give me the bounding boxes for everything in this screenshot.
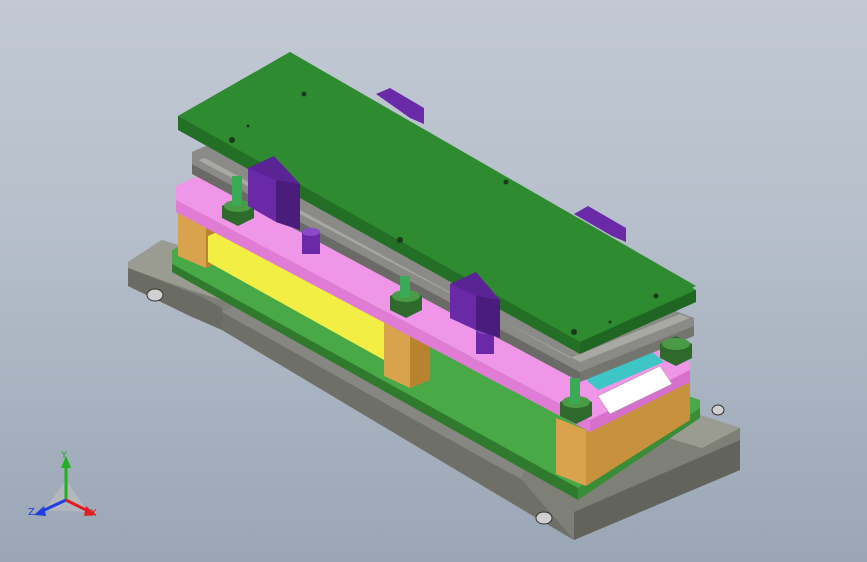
x-axis-label: X xyxy=(90,508,97,519)
y-axis-label: Y xyxy=(60,450,68,461)
graphics-viewport[interactable]: Y X Z xyxy=(0,0,867,562)
z-axis-label: Z xyxy=(28,507,35,518)
die-assembly-model[interactable] xyxy=(0,0,867,562)
coordinate-triad[interactable]: Y X Z xyxy=(26,448,106,524)
